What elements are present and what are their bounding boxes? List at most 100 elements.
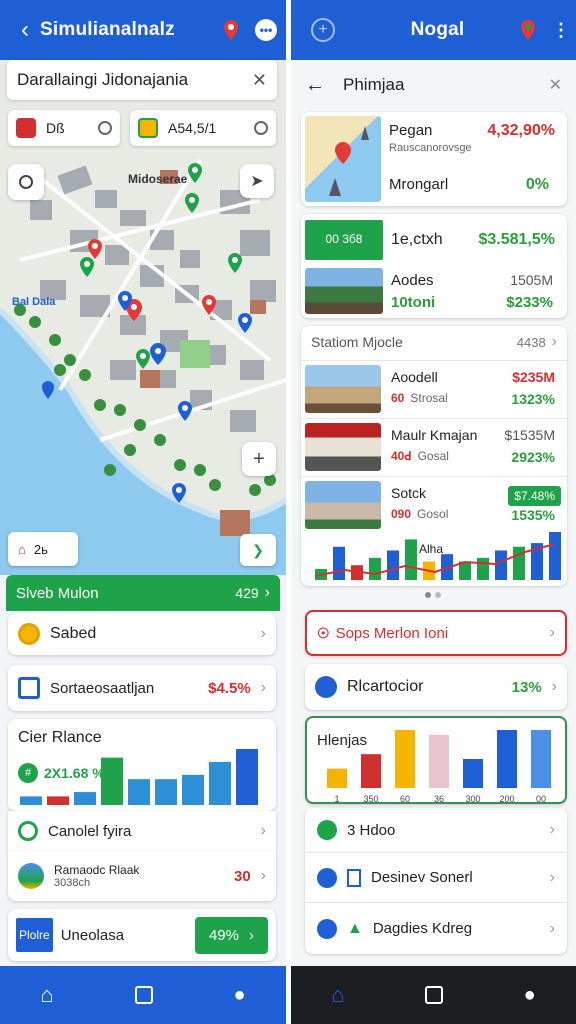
promo-card[interactable]: 00 3б8 1e,ctxh $3.581,5% Aodes 10toni 15… — [301, 214, 567, 318]
list-item-desinev[interactable]: Desinev Sonerl › — [305, 852, 567, 902]
search-bar[interactable]: Darallaingi Jidonajania ✕ — [7, 60, 277, 100]
right-app-bar: + Nogal ⋮ — [291, 0, 576, 60]
profile-icon[interactable]: ● — [524, 984, 536, 1007]
chart-bar — [549, 532, 561, 580]
tick-label: 00 — [536, 794, 546, 804]
list-item-promo[interactable]: Plolre Uneolasa 49% › — [8, 909, 276, 961]
list-item-label: Ramaodc Rlaak — [54, 863, 140, 877]
chart-bar — [209, 761, 231, 805]
map-pin-icon[interactable] — [226, 252, 244, 274]
filter-chip-right[interactable]: A54,5/1 — [130, 110, 276, 146]
chart-bar — [101, 757, 123, 805]
tick-label: 60 — [400, 794, 410, 804]
section-row[interactable]: Aoodell 60 Strosal $235M 1323% — [301, 360, 567, 418]
chat-icon[interactable]: ••• — [246, 19, 286, 41]
more-vert-icon[interactable]: ⋮ — [546, 20, 576, 41]
zoom-button[interactable]: + — [242, 442, 276, 476]
chart-bar — [369, 557, 381, 580]
row-title: Maulr Kmajan — [391, 427, 478, 443]
promo-button[interactable]: 49% › — [194, 916, 268, 954]
search-input[interactable]: Darallaingi Jidonajania — [17, 70, 252, 90]
list-item-remote[interactable]: Ramaodc Rlaak 3038ch 30 › — [8, 851, 276, 901]
map-pin-icon[interactable] — [78, 256, 96, 278]
list-item-canceled[interactable]: Canolel fyira › — [8, 811, 276, 851]
list-item-rlcartocior[interactable]: Rlcartocior 13% › — [305, 664, 567, 710]
add-icon[interactable]: + — [291, 18, 355, 42]
crosshair-icon — [19, 175, 33, 189]
filter-chip-left[interactable]: Dß — [8, 110, 120, 146]
feature-card[interactable]: Pegan 4,32,90% Rauscanorovsge Mrongarl 0… — [301, 112, 567, 206]
map-pin-icon[interactable] — [186, 162, 204, 184]
home-icon[interactable]: ⌂ — [40, 982, 53, 1008]
list-item-hdoo[interactable]: 3 Hdoo › — [305, 808, 567, 852]
location-pin-icon[interactable] — [510, 19, 546, 41]
map-pin-icon[interactable] — [40, 380, 56, 400]
locate-button[interactable] — [8, 164, 44, 200]
list-item-dagdies[interactable]: ▲ Dagdies Kdreg › — [305, 902, 567, 954]
chart-bar — [47, 796, 69, 805]
home-icon[interactable]: ⌂ — [331, 982, 344, 1008]
summary-label: Slveb Mulon — [16, 584, 99, 602]
map-pin-icon[interactable] — [170, 482, 188, 504]
section-header[interactable]: Statiom Mjocle 4438 › — [301, 326, 567, 358]
settings-icon — [317, 918, 337, 939]
row-v1: $235M — [512, 369, 555, 385]
map-pin-icon[interactable] — [236, 312, 254, 334]
promo-button-label: 49% — [208, 926, 239, 944]
close-icon[interactable]: ✕ — [252, 70, 267, 91]
next-button[interactable]: ❯ — [240, 534, 276, 566]
list-item-stats[interactable]: Sortaeosaatljan $4.5% › — [8, 665, 276, 711]
landscape-icon — [18, 863, 44, 889]
summary-bar[interactable]: Slveb Mulon 429 › — [6, 575, 280, 611]
chart-bar — [74, 792, 96, 805]
clock-icon — [18, 821, 38, 841]
section-row[interactable]: Maulr Kmajan 40ꓒ Gosal $1535M 2923% — [301, 418, 567, 476]
plus-icon: + — [253, 447, 265, 470]
row-sub: 40ꓒ Gosal — [391, 449, 449, 463]
chart-bar — [531, 730, 551, 788]
list-item-label: Rlcartocior — [347, 678, 424, 695]
back-arrow-icon[interactable]: ← — [305, 74, 325, 97]
feature-title-2: Mrongarl — [389, 176, 449, 193]
promo-value: $3.581,5% — [478, 231, 555, 248]
alert-card[interactable]: ☉ Sops Merlon Ioni › — [305, 610, 567, 656]
gift-icon — [16, 118, 36, 138]
map-home-chip[interactable]: ⌂ 2ь — [8, 532, 78, 566]
map-pin-icon[interactable] — [134, 348, 152, 370]
pin-icon — [329, 126, 369, 196]
list-item-saved[interactable]: Sabed › — [8, 613, 276, 655]
list-item-label: Uneolasa — [60, 926, 125, 944]
map-chip-label: 2ь — [33, 541, 48, 557]
item-title: Aodes — [391, 272, 434, 289]
square-icon[interactable] — [134, 986, 153, 1004]
close-icon[interactable]: ✕ — [549, 75, 562, 95]
map-thumbnail — [305, 116, 381, 202]
pager-dot-active — [425, 592, 431, 598]
row-thumbnail — [305, 423, 381, 471]
map-pin-icon[interactable] — [183, 192, 201, 214]
left-bottom-nav: ⌂ ● — [0, 966, 286, 1024]
row-sub-prefix: 40ꓒ — [391, 449, 412, 463]
item-sub: 10toni — [391, 294, 436, 311]
tick-label: 36 — [434, 794, 444, 804]
pager-dot — [435, 592, 441, 598]
section-title: Statiom Mjocle — [311, 334, 403, 350]
bar-chart — [20, 749, 258, 805]
row-sub-text: Gosal — [417, 449, 449, 463]
chip-left-label: Dß — [46, 120, 65, 136]
chevron-right-icon: › — [549, 919, 555, 937]
location-pin-icon[interactable] — [216, 19, 246, 41]
pager-dots — [425, 592, 441, 598]
left-app-bar: ‹ Simulianalnalz ••• — [0, 0, 286, 60]
map-pin-icon[interactable] — [200, 294, 218, 316]
square-icon[interactable] — [425, 986, 444, 1004]
chevron-right-icon: › — [260, 679, 266, 696]
navigate-button[interactable]: ➤ — [240, 164, 274, 198]
photo-thumbnail — [305, 268, 383, 314]
map-pin-icon[interactable] — [176, 400, 194, 422]
promo-badge: 00 3б8 — [305, 220, 383, 260]
profile-icon[interactable]: ● — [233, 984, 245, 1007]
chevron-right-icon: › — [249, 926, 254, 944]
tick-label: 350 — [363, 794, 378, 804]
map-pin-icon[interactable] — [116, 290, 134, 312]
